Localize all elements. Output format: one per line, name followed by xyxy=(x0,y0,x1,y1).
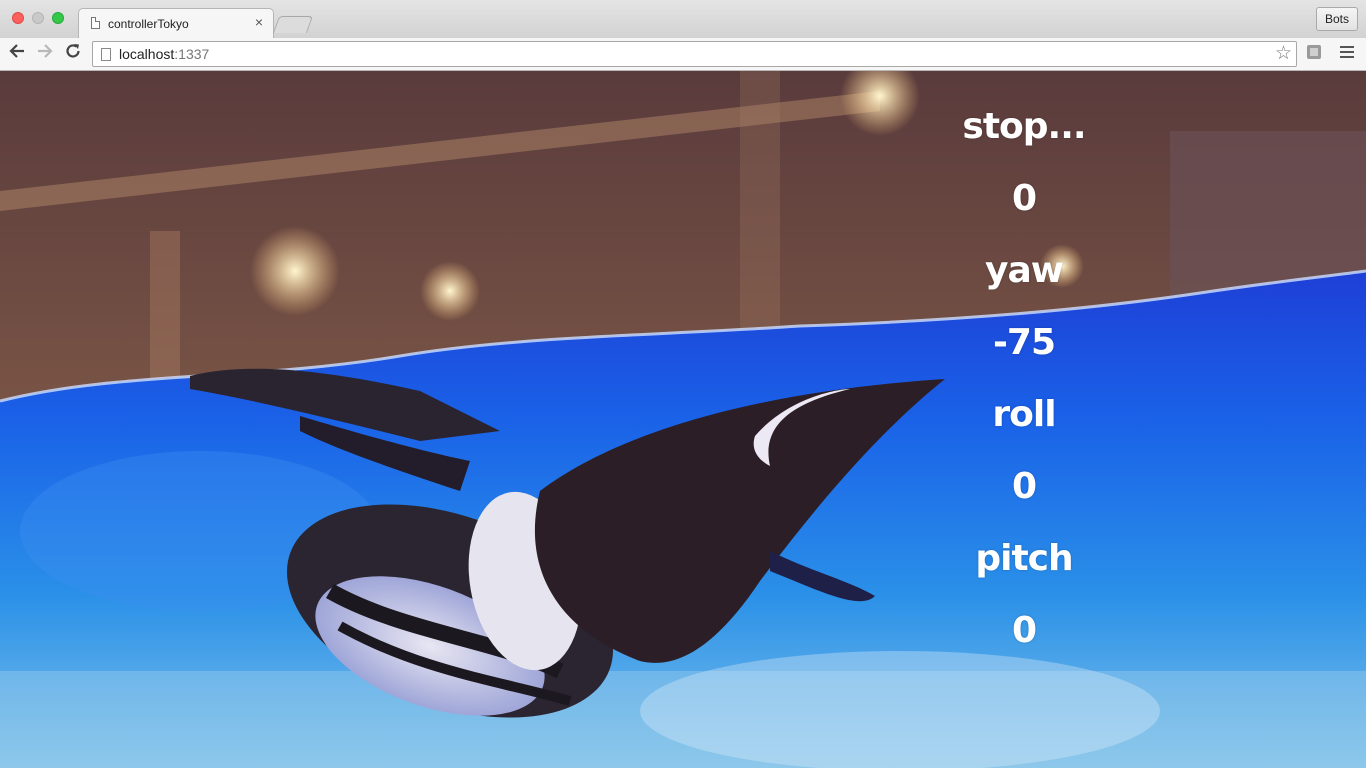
bookmark-star-icon[interactable]: ☆ xyxy=(1275,43,1292,65)
page-viewport: stop... 0 yaw -75 roll 0 pitch 0 xyxy=(0,71,1366,768)
telemetry-readout: stop... 0 yaw -75 roll 0 pitch 0 xyxy=(924,91,1124,667)
extension-icon[interactable] xyxy=(1307,45,1321,59)
tab-title: controllerTokyo xyxy=(108,17,189,31)
reload-icon[interactable] xyxy=(62,42,84,64)
window-maximize-button[interactable] xyxy=(52,12,64,24)
tab-close-icon[interactable]: × xyxy=(255,14,263,30)
status-value: 0 xyxy=(1011,178,1037,219)
roll-label: roll xyxy=(992,394,1056,435)
pitch-value: 0 xyxy=(1011,610,1037,651)
profile-button[interactable]: Bots xyxy=(1315,7,1358,31)
yaw-label: yaw xyxy=(984,250,1064,291)
page-icon xyxy=(91,17,100,29)
browser-toolbar: localhost:1337 ☆ xyxy=(0,38,1366,71)
penguin-photo xyxy=(0,71,1366,768)
pitch-label: pitch xyxy=(975,538,1073,579)
browser-titlebar: controllerTokyo × Bots xyxy=(0,0,1366,38)
url-text[interactable]: localhost:1337 xyxy=(119,46,209,62)
window-close-button[interactable] xyxy=(12,12,24,24)
browser-tab[interactable]: controllerTokyo × xyxy=(78,8,274,38)
roll-value: 0 xyxy=(1011,466,1037,507)
page-icon xyxy=(101,48,111,61)
back-arrow-icon[interactable] xyxy=(6,42,28,64)
window-minimize-button[interactable] xyxy=(32,12,44,24)
address-bar[interactable]: localhost:1337 ☆ xyxy=(92,41,1297,67)
forward-arrow-icon[interactable] xyxy=(34,42,56,64)
status-text: stop... xyxy=(962,106,1086,147)
yaw-value: -75 xyxy=(992,322,1056,363)
menu-icon[interactable] xyxy=(1340,46,1354,58)
new-tab-button[interactable] xyxy=(272,16,314,33)
